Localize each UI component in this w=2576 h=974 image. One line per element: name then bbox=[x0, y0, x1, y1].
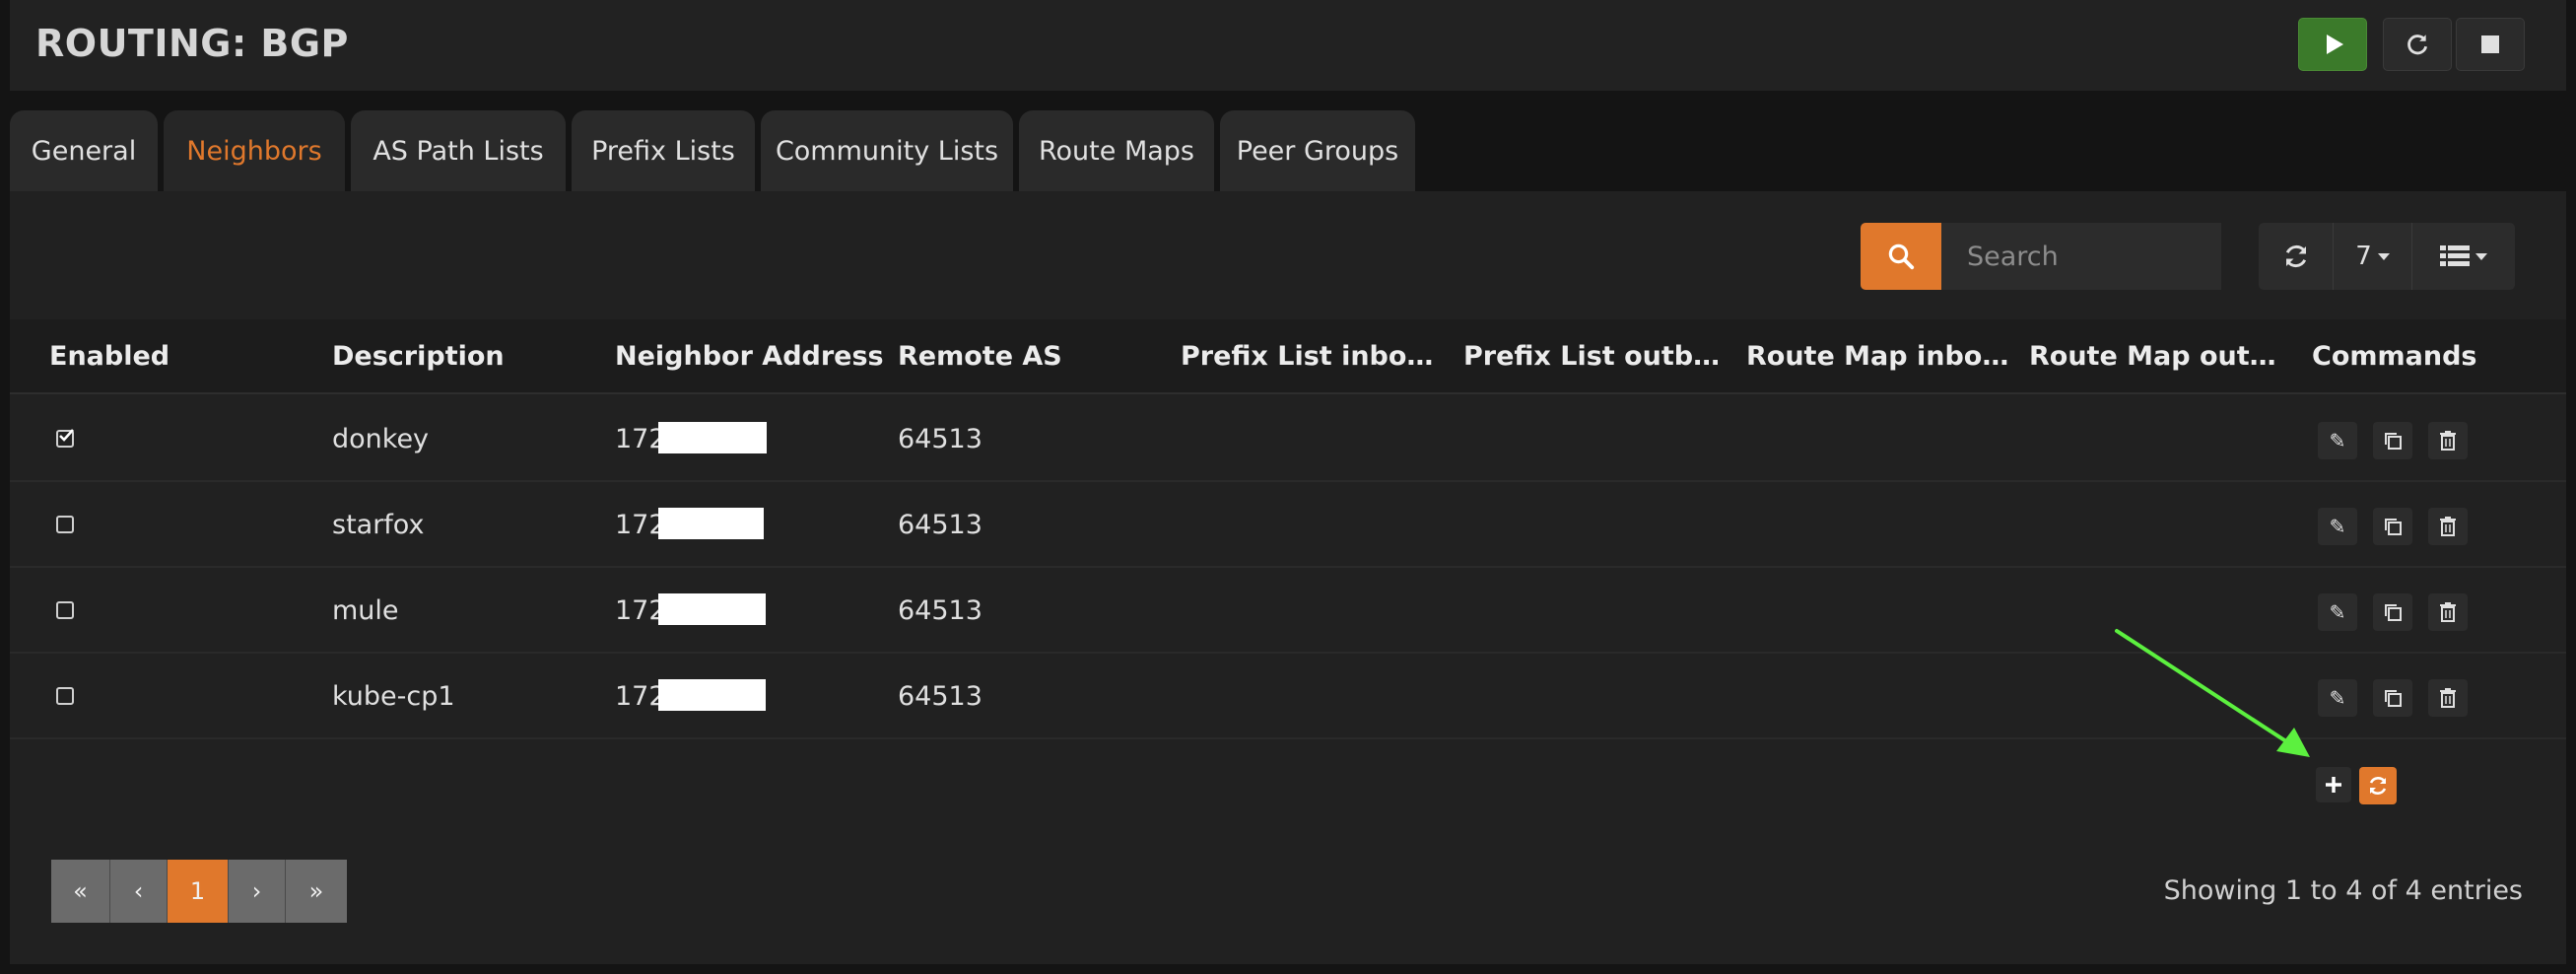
list-icon bbox=[2440, 245, 2470, 266]
trash-icon bbox=[2440, 517, 2456, 536]
table-header: Enabled Description Neighbor Address Rem… bbox=[10, 319, 2566, 394]
copy-icon bbox=[2385, 519, 2402, 535]
stop-icon bbox=[2481, 35, 2499, 53]
refresh-icon bbox=[2369, 777, 2387, 795]
pencil-icon: ✎ bbox=[2329, 515, 2346, 538]
remote-as-cell: 64513 bbox=[898, 595, 983, 626]
trash-icon bbox=[2440, 688, 2456, 708]
clone-button[interactable] bbox=[2373, 593, 2412, 631]
delete-button[interactable] bbox=[2428, 593, 2468, 631]
column-prefix-list-inbound[interactable]: Prefix List inbo… bbox=[1181, 319, 1433, 394]
first-page-button[interactable]: « bbox=[51, 860, 110, 923]
page-size-dropdown[interactable]: 7 bbox=[2334, 223, 2412, 290]
tab-peer-groups[interactable]: Peer Groups bbox=[1220, 110, 1415, 191]
description-cell: starfox bbox=[332, 510, 425, 540]
reload-grid-button[interactable] bbox=[2259, 223, 2334, 290]
redacted-address bbox=[658, 593, 766, 625]
description-cell: mule bbox=[332, 595, 399, 626]
neighbors-panel: 7 Enabled Description Neighbor Address R… bbox=[10, 191, 2566, 964]
page-title: ROUTING: BGP bbox=[35, 22, 349, 65]
copy-icon bbox=[2385, 433, 2402, 450]
table-row[interactable]: donkey 172. 64513 ✎ bbox=[10, 396, 2566, 482]
description-cell: donkey bbox=[332, 424, 430, 454]
plus-icon bbox=[2326, 777, 2341, 793]
tab-community-lists[interactable]: Community Lists bbox=[761, 110, 1013, 191]
delete-button[interactable] bbox=[2428, 679, 2468, 717]
edit-button[interactable]: ✎ bbox=[2318, 508, 2357, 545]
add-button[interactable] bbox=[2316, 767, 2351, 802]
pencil-icon: ✎ bbox=[2329, 686, 2346, 710]
copy-icon bbox=[2385, 690, 2402, 707]
column-selector-dropdown[interactable] bbox=[2412, 223, 2515, 290]
page-header: ROUTING: BGP bbox=[10, 0, 2566, 91]
pencil-icon: ✎ bbox=[2329, 600, 2346, 624]
description-cell: kube-cp1 bbox=[332, 681, 455, 712]
trash-icon bbox=[2440, 602, 2456, 622]
tab-as-path-lists[interactable]: AS Path Lists bbox=[351, 110, 566, 191]
pagination: « ‹ 1 › » bbox=[51, 860, 347, 923]
column-commands: Commands bbox=[2312, 341, 2477, 372]
clone-button[interactable] bbox=[2373, 422, 2412, 459]
enabled-checkbox[interactable] bbox=[56, 516, 74, 533]
restart-service-button[interactable] bbox=[2383, 18, 2452, 71]
clone-button[interactable] bbox=[2373, 508, 2412, 545]
clone-button[interactable] bbox=[2373, 679, 2412, 717]
remote-as-cell: 64513 bbox=[898, 681, 983, 712]
tab-neighbors[interactable]: Neighbors bbox=[164, 110, 345, 191]
table-row[interactable]: starfox 172. 64513 ✎ bbox=[10, 482, 2566, 568]
remote-as-cell: 64513 bbox=[898, 510, 983, 540]
search-button[interactable] bbox=[1861, 223, 1941, 290]
edit-button[interactable]: ✎ bbox=[2318, 422, 2357, 459]
delete-button[interactable] bbox=[2428, 508, 2468, 545]
redacted-address bbox=[658, 422, 767, 453]
column-enabled[interactable]: Enabled bbox=[49, 319, 169, 394]
caret-down-icon bbox=[2475, 252, 2487, 260]
prev-page-button[interactable]: ‹ bbox=[110, 860, 168, 923]
start-service-button[interactable] bbox=[2298, 18, 2367, 71]
remote-as-cell: 64513 bbox=[898, 424, 983, 454]
refresh-icon bbox=[2407, 35, 2428, 55]
play-icon bbox=[2326, 35, 2343, 54]
stop-service-button[interactable] bbox=[2456, 18, 2525, 71]
search-icon bbox=[1888, 244, 1915, 270]
tab-route-maps[interactable]: Route Maps bbox=[1019, 110, 1214, 191]
enabled-checkbox[interactable] bbox=[56, 687, 74, 705]
column-route-map-inbound[interactable]: Route Map inbo… bbox=[1746, 319, 2008, 394]
page-1-button[interactable]: 1 bbox=[168, 860, 229, 923]
page-size-value: 7 bbox=[2355, 242, 2372, 271]
column-remote-as[interactable]: Remote AS bbox=[898, 319, 1062, 394]
pencil-icon: ✎ bbox=[2329, 429, 2346, 452]
grid-toolbar: 7 bbox=[2259, 223, 2515, 290]
redacted-address bbox=[658, 679, 766, 711]
search-input[interactable] bbox=[1941, 223, 2221, 290]
enabled-checkbox[interactable] bbox=[56, 601, 74, 619]
refresh-icon bbox=[2285, 244, 2306, 268]
apply-button[interactable] bbox=[2359, 767, 2397, 804]
entries-info: Showing 1 to 4 of 4 entries bbox=[2163, 875, 2523, 906]
column-route-map-outbound[interactable]: Route Map out… bbox=[2029, 319, 2276, 394]
caret-down-icon bbox=[2377, 252, 2390, 260]
last-page-button[interactable]: » bbox=[286, 860, 347, 923]
column-neighbor-address[interactable]: Neighbor Address bbox=[615, 319, 884, 394]
trash-icon bbox=[2440, 431, 2456, 451]
enabled-checkbox[interactable] bbox=[56, 429, 74, 448]
redacted-address bbox=[658, 508, 764, 539]
copy-icon bbox=[2385, 604, 2402, 621]
column-description[interactable]: Description bbox=[332, 319, 505, 394]
annotation-arrow bbox=[2115, 629, 2310, 757]
column-prefix-list-outbound[interactable]: Prefix List outb… bbox=[1463, 319, 1720, 394]
tab-general[interactable]: General bbox=[10, 110, 158, 191]
delete-button[interactable] bbox=[2428, 422, 2468, 459]
check-icon bbox=[59, 429, 74, 442]
tab-prefix-lists[interactable]: Prefix Lists bbox=[572, 110, 755, 191]
next-page-button[interactable]: › bbox=[229, 860, 286, 923]
